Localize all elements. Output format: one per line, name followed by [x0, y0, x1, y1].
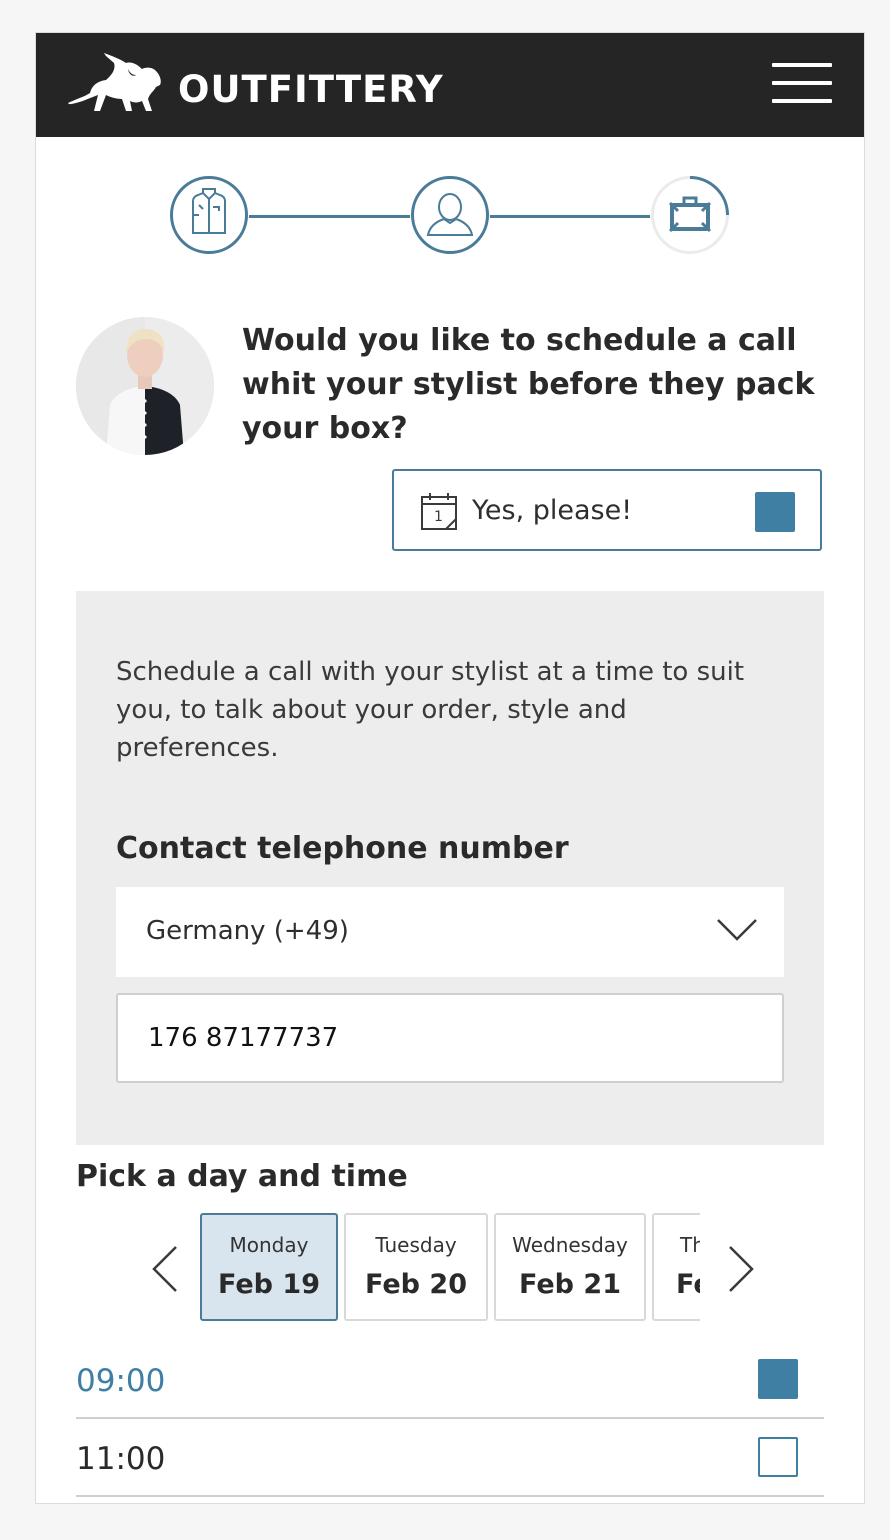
- app-frame: OUTFITTERY Would you like to schedule a …: [35, 32, 865, 1504]
- stylist-call-question: Would you like to schedule a call whit y…: [242, 323, 815, 446]
- step-profile[interactable]: [410, 175, 490, 255]
- schedule-call-description: Schedule a call with your stylist at a t…: [116, 657, 745, 763]
- chevron-down-icon: [717, 919, 757, 941]
- phone-number-input[interactable]: [116, 993, 784, 1083]
- svg-text:1: 1: [434, 509, 443, 525]
- winged-panther-logo-icon: [68, 53, 161, 111]
- pick-day-time-heading: Pick a day and time: [76, 1159, 408, 1194]
- shirt-icon: [170, 176, 248, 254]
- progress-stepper: [36, 175, 864, 259]
- step-connector: [488, 215, 652, 218]
- day-date: Feb 19: [218, 1269, 320, 1300]
- schedule-call-panel: Schedule a call with your stylist at a t…: [76, 591, 824, 1145]
- stylist-avatar: [76, 317, 214, 455]
- contact-phone-heading: Contact telephone number: [116, 831, 569, 866]
- chevron-left-icon[interactable]: [146, 1243, 186, 1295]
- yes-checkbox-checked[interactable]: [755, 492, 795, 532]
- day-option-tuesday[interactable]: Tuesday Feb 20: [344, 1213, 488, 1321]
- day-name: Thursday: [680, 1233, 700, 1257]
- brand-name: OUTFITTERY: [178, 68, 444, 111]
- menu-bar-icon: [772, 81, 832, 85]
- time-slot-checkbox-checked[interactable]: [758, 1359, 798, 1399]
- day-option-wednesday[interactable]: Wednesday Feb 21: [494, 1213, 646, 1321]
- day-carousel: Monday Feb 19 Tuesday Feb 20 Wednesday F…: [200, 1213, 700, 1323]
- day-date: Feb 22: [676, 1269, 700, 1300]
- day-date: Feb 20: [365, 1269, 467, 1300]
- chevron-right-icon[interactable]: [720, 1243, 760, 1295]
- time-slot-0900[interactable]: 09:00: [76, 1341, 824, 1419]
- step-style[interactable]: [169, 175, 249, 255]
- yes-please-label: Yes, please!: [472, 495, 633, 526]
- country-code-value: Germany (+49): [146, 916, 349, 946]
- day-name: Monday: [229, 1233, 309, 1257]
- country-code-select[interactable]: Germany (+49): [116, 887, 784, 977]
- time-slot-label: 11:00: [76, 1441, 166, 1477]
- hamburger-menu-button[interactable]: [772, 63, 832, 103]
- day-name: Tuesday: [375, 1233, 457, 1257]
- day-option-monday[interactable]: Monday Feb 19: [200, 1213, 338, 1321]
- time-slot-label: 09:00: [76, 1363, 166, 1399]
- time-slot-1100[interactable]: 11:00: [76, 1419, 824, 1497]
- day-name: Wednesday: [512, 1233, 628, 1257]
- step-box[interactable]: [650, 175, 730, 255]
- user-icon: [411, 176, 489, 254]
- stylist-photo-icon: [76, 317, 214, 455]
- time-slot-checkbox[interactable]: [758, 1437, 798, 1477]
- day-date: Feb 21: [519, 1269, 621, 1300]
- calendar-icon: 1: [421, 493, 457, 530]
- step-connector: [248, 215, 412, 218]
- suitcase-icon: [651, 176, 729, 254]
- top-bar: OUTFITTERY: [36, 33, 864, 137]
- day-option-thursday[interactable]: Thursday Feb 22: [652, 1213, 700, 1321]
- yes-please-option[interactable]: 1 Yes, please!: [392, 469, 822, 551]
- menu-bar-icon: [772, 99, 832, 103]
- menu-bar-icon: [772, 63, 832, 67]
